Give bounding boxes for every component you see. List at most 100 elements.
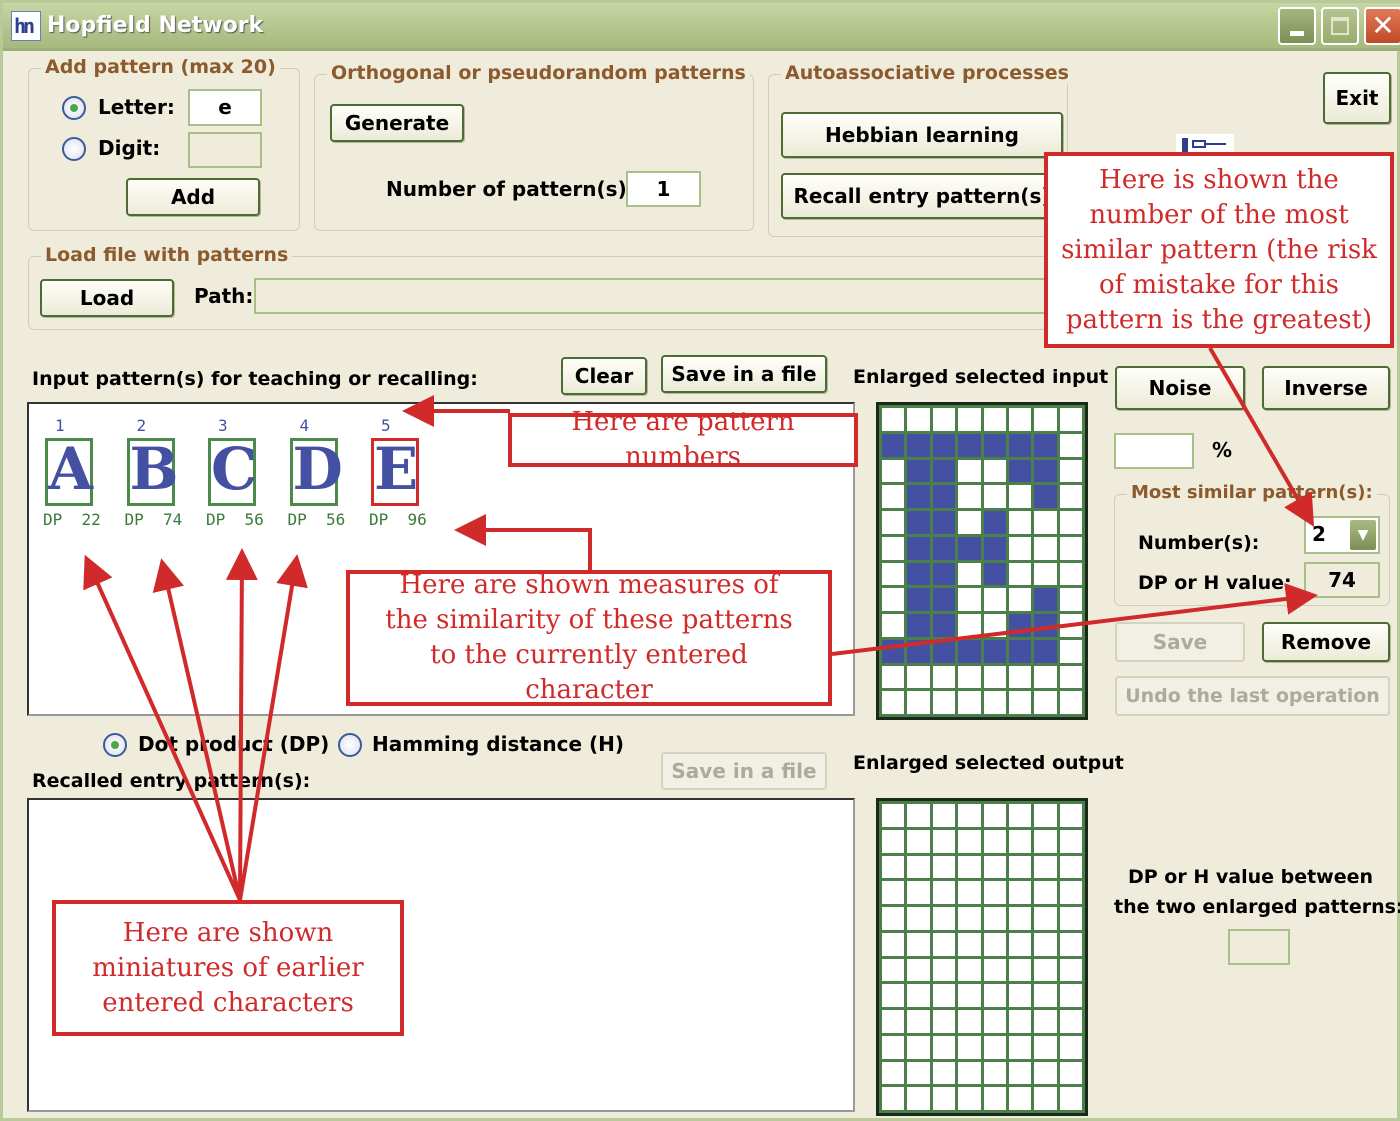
dot-product-radio[interactable] (103, 733, 127, 757)
grid-cell[interactable] (1034, 1087, 1057, 1110)
grid-cell[interactable] (983, 408, 1006, 431)
grid-cell[interactable] (907, 691, 930, 714)
grid-cell[interactable] (1034, 433, 1057, 457)
grid-cell[interactable] (983, 855, 1006, 879)
hebbian-learning-button[interactable]: Hebbian learning (781, 112, 1063, 158)
grid-cell[interactable] (1059, 408, 1082, 431)
grid-cell[interactable] (983, 1061, 1006, 1085)
grid-cell[interactable] (907, 932, 930, 956)
grid-cell[interactable] (1059, 881, 1082, 904)
grid-cell[interactable] (983, 459, 1006, 483)
grid-cell[interactable] (1059, 804, 1082, 827)
grid-cell[interactable] (958, 907, 981, 930)
grid-cell[interactable] (882, 1061, 905, 1085)
grid-cell[interactable] (932, 1035, 956, 1059)
grid-cell[interactable] (958, 1035, 981, 1059)
grid-cell[interactable] (1034, 984, 1057, 1007)
grid-cell[interactable] (958, 958, 981, 982)
grid-cell[interactable] (958, 639, 981, 663)
grid-cell[interactable] (1034, 639, 1057, 663)
grid-cell[interactable] (958, 459, 981, 483)
grid-cell[interactable] (932, 984, 956, 1007)
clear-button[interactable]: Clear (561, 357, 647, 395)
grid-cell[interactable] (882, 485, 905, 508)
grid-cell[interactable] (1059, 562, 1082, 586)
grid-cell[interactable] (907, 958, 930, 982)
grid-cell[interactable] (1059, 984, 1082, 1007)
hamming-radio[interactable] (338, 733, 362, 757)
grid-cell[interactable] (907, 907, 930, 930)
grid-cell[interactable] (958, 1010, 981, 1033)
grid-cell[interactable] (958, 691, 981, 714)
grid-cell[interactable] (882, 907, 905, 930)
grid-cell[interactable] (983, 881, 1006, 904)
grid-cell[interactable] (932, 614, 956, 637)
save-button[interactable]: Save (1115, 622, 1245, 662)
grid-cell[interactable] (1059, 907, 1082, 930)
load-button[interactable]: Load (40, 279, 174, 317)
grid-cell[interactable] (958, 1061, 981, 1085)
grid-cell[interactable] (1034, 511, 1057, 534)
grid-cell[interactable] (983, 691, 1006, 714)
grid-cell[interactable] (907, 829, 930, 853)
grid-cell[interactable] (882, 932, 905, 956)
noise-button[interactable]: Noise (1115, 366, 1245, 410)
pattern-miniature[interactable]: A (45, 435, 93, 506)
pattern-miniature[interactable]: D (289, 435, 343, 506)
grid-cell[interactable] (958, 881, 981, 904)
grid-cell[interactable] (882, 433, 905, 457)
grid-cell[interactable] (882, 536, 905, 560)
grid-cell[interactable] (932, 536, 956, 560)
grid-cell[interactable] (1008, 1035, 1032, 1059)
grid-cell[interactable] (1034, 665, 1057, 689)
chevron-down-icon[interactable]: ▼ (1350, 520, 1376, 550)
grid-cell[interactable] (1059, 433, 1082, 457)
undo-button[interactable]: Undo the last operation (1115, 676, 1390, 716)
grid-cell[interactable] (907, 614, 930, 637)
grid-cell[interactable] (932, 881, 956, 904)
grid-cell[interactable] (932, 691, 956, 714)
grid-cell[interactable] (932, 665, 956, 689)
grid-cell[interactable] (907, 1061, 930, 1085)
grid-cell[interactable] (1034, 881, 1057, 904)
grid-cell[interactable] (983, 804, 1006, 827)
grid-cell[interactable] (882, 511, 905, 534)
grid-cell[interactable] (958, 536, 981, 560)
grid-cell[interactable] (1034, 691, 1057, 714)
grid-cell[interactable] (958, 665, 981, 689)
grid-cell[interactable] (882, 408, 905, 431)
grid-cell[interactable] (882, 588, 905, 611)
grid-cell[interactable] (1034, 562, 1057, 586)
grid-cell[interactable] (983, 639, 1006, 663)
grid-cell[interactable] (907, 562, 930, 586)
remove-button[interactable]: Remove (1262, 622, 1390, 662)
letter-radio[interactable] (62, 96, 86, 120)
grid-cell[interactable] (983, 433, 1006, 457)
grid-cell[interactable] (1059, 511, 1082, 534)
grid-cell[interactable] (932, 511, 956, 534)
grid-cell[interactable] (907, 485, 930, 508)
grid-cell[interactable] (958, 932, 981, 956)
grid-cell[interactable] (1059, 1035, 1082, 1059)
grid-cell[interactable] (882, 665, 905, 689)
grid-cell[interactable] (1008, 829, 1032, 853)
grid-cell[interactable] (932, 485, 956, 508)
grid-cell[interactable] (983, 958, 1006, 982)
grid-cell[interactable] (882, 614, 905, 637)
grid-cell[interactable] (932, 804, 956, 827)
grid-cell[interactable] (983, 984, 1006, 1007)
grid-cell[interactable] (882, 829, 905, 853)
grid-cell[interactable] (932, 562, 956, 586)
grid-cell[interactable] (1008, 1061, 1032, 1085)
grid-cell[interactable] (1034, 1035, 1057, 1059)
grid-cell[interactable] (907, 1087, 930, 1110)
grid-cell[interactable] (1008, 459, 1032, 483)
grid-cell[interactable] (958, 562, 981, 586)
grid-cell[interactable] (958, 614, 981, 637)
grid-cell[interactable] (1008, 804, 1032, 827)
enlarged-output-grid[interactable] (876, 798, 1088, 1116)
grid-cell[interactable] (958, 511, 981, 534)
grid-cell[interactable] (1034, 588, 1057, 611)
grid-cell[interactable] (1008, 639, 1032, 663)
grid-cell[interactable] (932, 459, 956, 483)
